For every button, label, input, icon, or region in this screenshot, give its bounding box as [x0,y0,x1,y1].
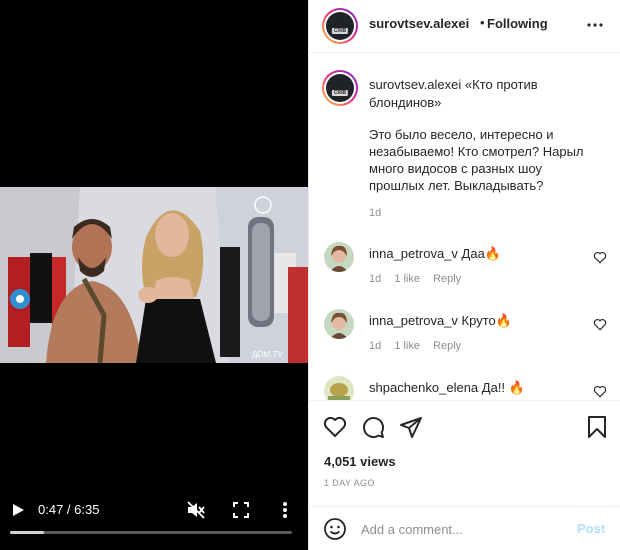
video-frame[interactable]: ДОМ.TV [0,187,308,363]
muted-speaker-icon[interactable] [186,500,206,520]
video-progress-fill [10,531,44,534]
comment-meta: 1d 1 like Reply [369,273,471,285]
add-comment-bar: Post [309,506,620,550]
comment-text: inna_petrova_v Круто🔥 [369,313,512,329]
post-header: CRIB surovtsev.alexei • Following [309,0,620,53]
comment-username[interactable]: inna_petrova_v [369,246,458,261]
horizontal-dots-icon[interactable] [587,17,603,33]
heart-icon[interactable] [323,415,347,439]
caption-avatar-tag: CRIB [331,90,349,96]
comment-time[interactable]: 1d [369,340,381,352]
video-controls: 0:47 / 6:35 [0,490,308,550]
header-separator: • [480,15,485,30]
comment-text: inna_petrova_v Даа🔥 [369,246,501,262]
caption-timestamp[interactable]: 1d [369,207,381,219]
header-avatar[interactable]: CRIB [322,8,358,44]
play-icon[interactable] [10,502,26,518]
video-time-label: 0:47 / 6:35 [38,502,100,517]
comment-time[interactable]: 1d [369,273,381,285]
comment-item: shpachenko_elena Да!! 🔥 [309,376,620,400]
following-button[interactable]: Following [487,16,548,31]
views-count[interactable]: 4,051 views [324,454,396,469]
header-username[interactable]: surovtsev.alexei [369,16,469,31]
channel-watermark: ДОМ.TV [252,350,283,359]
heart-icon[interactable] [593,318,607,331]
caption-avatar[interactable]: CRIB [322,70,358,106]
fullscreen-icon[interactable] [232,501,250,519]
avatar-tag: CRIB [331,28,349,34]
comment-body: Даа🔥 [461,246,501,261]
reply-button[interactable]: Reply [433,273,461,285]
comment-bubble-icon[interactable] [361,415,385,439]
comment-item: inna_petrova_v Круто🔥 1d 1 like Reply [309,309,620,369]
comment-username[interactable]: inna_petrova_v [369,313,458,328]
heart-icon[interactable] [593,385,607,398]
comment-username[interactable]: shpachenko_elena [369,380,478,395]
video-still-image: ДОМ.TV [0,187,308,363]
post-button[interactable]: Post [577,521,605,536]
vertical-dots-icon[interactable] [278,500,292,520]
heart-icon[interactable] [593,251,607,264]
comment-text: shpachenko_elena Да!! 🔥 [369,380,525,396]
video-player[interactable]: ДОМ.TV 0:47 / 6:35 [0,0,308,550]
comment-input[interactable] [361,519,561,539]
comment-body: Да!! 🔥 [481,380,525,395]
caption-username[interactable]: surovtsev.alexei [369,77,461,92]
comment-likes[interactable]: 1 like [394,273,420,285]
smiley-face-icon[interactable] [323,517,347,541]
caption-heading: surovtsev.alexei «Кто против блондинов» [369,76,589,112]
commenter-avatar[interactable] [324,242,354,272]
post-date: 1 DAY AGO [324,478,375,488]
share-paper-plane-icon[interactable] [399,415,423,439]
comment-item: inna_petrova_v Даа🔥 1d 1 like Reply [309,242,620,302]
reply-button[interactable]: Reply [433,340,461,352]
commenter-avatar[interactable] [324,376,354,400]
comment-likes[interactable]: 1 like [394,340,420,352]
caption-body: Это было весело, интересно и незабываемо… [369,127,584,193]
comment-body: Круто🔥 [461,313,512,328]
commenter-avatar[interactable] [324,309,354,339]
bookmark-icon[interactable] [585,415,609,439]
post-actions: 4,051 views 1 DAY AGO [309,400,620,510]
comment-meta: 1d 1 like Reply [369,340,471,352]
video-progress-bar[interactable] [10,531,292,534]
post-side-panel: CRIB surovtsev.alexei • Following CRIB s… [308,0,620,550]
